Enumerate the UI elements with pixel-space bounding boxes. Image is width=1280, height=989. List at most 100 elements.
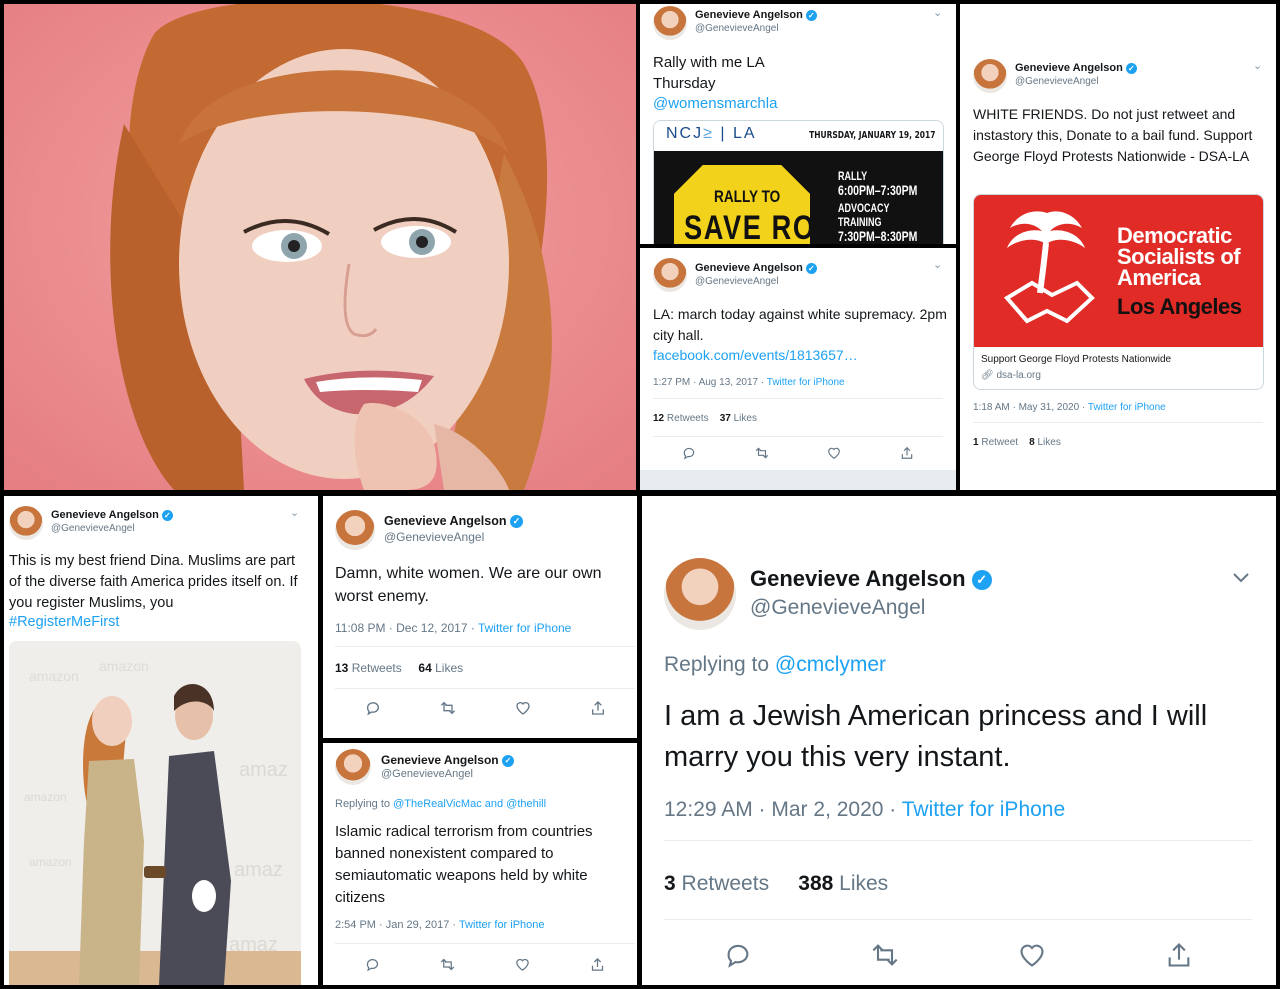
flyer-image[interactable]: NCJ≥ | LA THURSDAY, JANUARY 19, 2017 RAL… — [653, 120, 944, 244]
tweet-march-city-hall[interactable]: Genevieve Angelson ✓ @GenevieveAngel ⌄ L… — [640, 248, 956, 490]
divider — [664, 840, 1252, 841]
author-name[interactable]: Genevieve Angelson ✓ — [695, 262, 817, 274]
flyer-date: THURSDAY, JANUARY 19, 2017 — [808, 130, 935, 141]
action-bar — [335, 700, 635, 716]
avatar[interactable] — [973, 59, 1007, 93]
svg-text:amazon: amazon — [29, 855, 72, 869]
retweet-icon[interactable] — [755, 446, 769, 460]
author-name[interactable]: Genevieve Angelson ✓ — [1015, 62, 1137, 74]
author-name[interactable]: Genevieve Angelson ✓ — [695, 9, 817, 21]
author-handle[interactable]: @GenevieveAngel — [695, 276, 779, 287]
author-name[interactable]: Genevieve Angelson ✓ — [750, 566, 992, 592]
reply-mentions[interactable]: @TheRealVicMac and @thehill — [393, 798, 546, 810]
tweet-white-women[interactable]: Genevieve Angelson ✓ @GenevieveAngel Dam… — [323, 496, 637, 738]
retweet-icon[interactable] — [871, 941, 899, 969]
chevron-down-icon[interactable] — [1232, 572, 1250, 584]
ncjw-logo: NCJ≥ | LA — [666, 125, 757, 142]
verified-badge-icon: ✓ — [805, 9, 817, 21]
share-icon[interactable] — [1165, 941, 1193, 969]
mention-link[interactable]: @womensmarchla — [653, 93, 777, 114]
divider — [664, 919, 1252, 920]
rally-label: RALLY — [838, 169, 868, 183]
tweet-text: Rally with me LA Thursday — [653, 54, 765, 92]
action-bar — [664, 940, 1252, 970]
source-link[interactable]: Twitter for iPhone — [1088, 402, 1166, 413]
verified-badge-icon: ✓ — [161, 509, 173, 521]
divider — [335, 646, 635, 647]
reply-icon[interactable] — [365, 700, 381, 716]
retweet-icon[interactable] — [440, 957, 455, 972]
share-icon[interactable] — [590, 957, 605, 972]
avatar[interactable] — [653, 6, 687, 40]
event-link[interactable]: facebook.com/events/1813657… — [653, 345, 858, 366]
reply-icon[interactable] — [682, 446, 696, 460]
divider — [335, 943, 635, 944]
author-name[interactable]: Genevieve Angelson ✓ — [381, 753, 514, 767]
card-title: Support George Floyd Protests Nationwide — [981, 354, 1172, 365]
tweet-rally-flyer[interactable]: Genevieve Angelson ✓ @GenevieveAngel ⌄ R… — [640, 4, 956, 244]
divider — [335, 688, 635, 689]
action-bar — [653, 446, 943, 460]
avatar[interactable] — [335, 510, 375, 550]
like-icon[interactable] — [515, 957, 530, 972]
replying-to: Replying to @cmclymer — [664, 653, 887, 676]
author-handle[interactable]: @GenevieveAngel — [51, 523, 135, 534]
tweet-timestamp: 2:54 PM · Jan 29, 2017 · Twitter for iPh… — [335, 919, 545, 931]
like-icon[interactable] — [515, 700, 531, 716]
engagement-stats: 3 Retweets 388 Likes — [664, 872, 889, 895]
source-link[interactable]: Twitter for iPhone — [459, 919, 545, 931]
tweet-semiautomatic-weapons[interactable]: Genevieve Angelson ✓ @GenevieveAngel Rep… — [323, 743, 637, 985]
like-icon[interactable] — [827, 446, 841, 460]
source-link[interactable]: Twitter for iPhone — [902, 798, 1065, 821]
verified-badge-icon: ✓ — [509, 515, 523, 529]
tweet-dsa-la[interactable]: Genevieve Angelson ✓ @GenevieveAngel ⌄ W… — [960, 4, 1276, 490]
like-icon[interactable] — [1018, 941, 1046, 969]
tweet-jewish-american-princess[interactable]: Genevieve Angelson ✓ @GenevieveAngel Rep… — [642, 496, 1276, 985]
share-icon[interactable] — [590, 700, 606, 716]
tweet-text: Damn, white women. We are our own worst … — [335, 565, 602, 605]
author-handle[interactable]: @GenevieveAngel — [384, 530, 484, 544]
author-name[interactable]: Genevieve Angelson ✓ — [51, 509, 173, 521]
bottom-bar — [640, 470, 956, 490]
retweet-icon[interactable] — [440, 700, 456, 716]
svg-text:amazon: amazon — [29, 668, 79, 684]
tweet-text: Islamic radical terrorism from countries… — [335, 823, 593, 906]
author-name[interactable]: Genevieve Angelson ✓ — [384, 514, 523, 529]
avatar[interactable] — [335, 749, 371, 785]
chevron-down-icon[interactable]: ⌄ — [1253, 59, 1262, 72]
author-handle[interactable]: @GenevieveAngel — [1015, 76, 1099, 87]
author-handle[interactable]: @GenevieveAngel — [381, 768, 473, 780]
tweet-register-me-first[interactable]: Genevieve Angelson ✓ @GenevieveAngel ⌄ T… — [4, 496, 318, 985]
author-handle[interactable]: @GenevieveAngel — [750, 596, 925, 620]
chevron-down-icon[interactable]: ⌄ — [933, 258, 942, 271]
link-card[interactable]: Democratic Socialists of America Los Ang… — [973, 194, 1264, 390]
svg-text:amaz: amaz — [229, 934, 278, 956]
event-photo[interactable]: amazon amazon amaz amazon amaz amazon am… — [9, 641, 301, 985]
tweet-text: WHITE FRIENDS. Do not just retweet and i… — [973, 106, 1253, 164]
reply-icon[interactable] — [724, 941, 752, 969]
author-handle[interactable]: @GenevieveAngel — [695, 23, 779, 34]
reply-icon[interactable] — [365, 957, 380, 972]
card-domain: 🔗︎ dsa-la.org — [981, 370, 1041, 381]
avatar[interactable] — [653, 258, 687, 292]
red-carpet-photo: amazon amazon amaz amazon amaz amazon am… — [9, 641, 301, 985]
reply-mentions[interactable]: @cmclymer — [775, 653, 886, 676]
source-link[interactable]: Twitter for iPhone — [478, 621, 571, 635]
divider — [653, 436, 943, 437]
svg-text:amazon: amazon — [99, 658, 149, 674]
verified-badge-icon: ✓ — [971, 570, 992, 591]
chevron-down-icon[interactable]: ⌄ — [933, 6, 942, 19]
source-link[interactable]: Twitter for iPhone — [767, 377, 845, 388]
avatar[interactable] — [9, 506, 43, 540]
rally-time: 6:00PM–7:30PM — [838, 182, 918, 198]
hashtag-link[interactable]: #RegisterMeFirst — [9, 612, 119, 633]
card-heading: Democratic Socialists of America Los Ang… — [1117, 223, 1242, 319]
action-bar — [335, 956, 635, 972]
divider — [653, 398, 943, 399]
verified-badge-icon: ✓ — [805, 262, 817, 274]
avatar[interactable] — [664, 558, 736, 630]
portrait-photo — [4, 4, 636, 490]
tweet-timestamp: 11:08 PM · Dec 12, 2017 · Twitter for iP… — [335, 621, 572, 635]
chevron-down-icon[interactable]: ⌄ — [290, 506, 299, 519]
share-icon[interactable] — [900, 446, 914, 460]
